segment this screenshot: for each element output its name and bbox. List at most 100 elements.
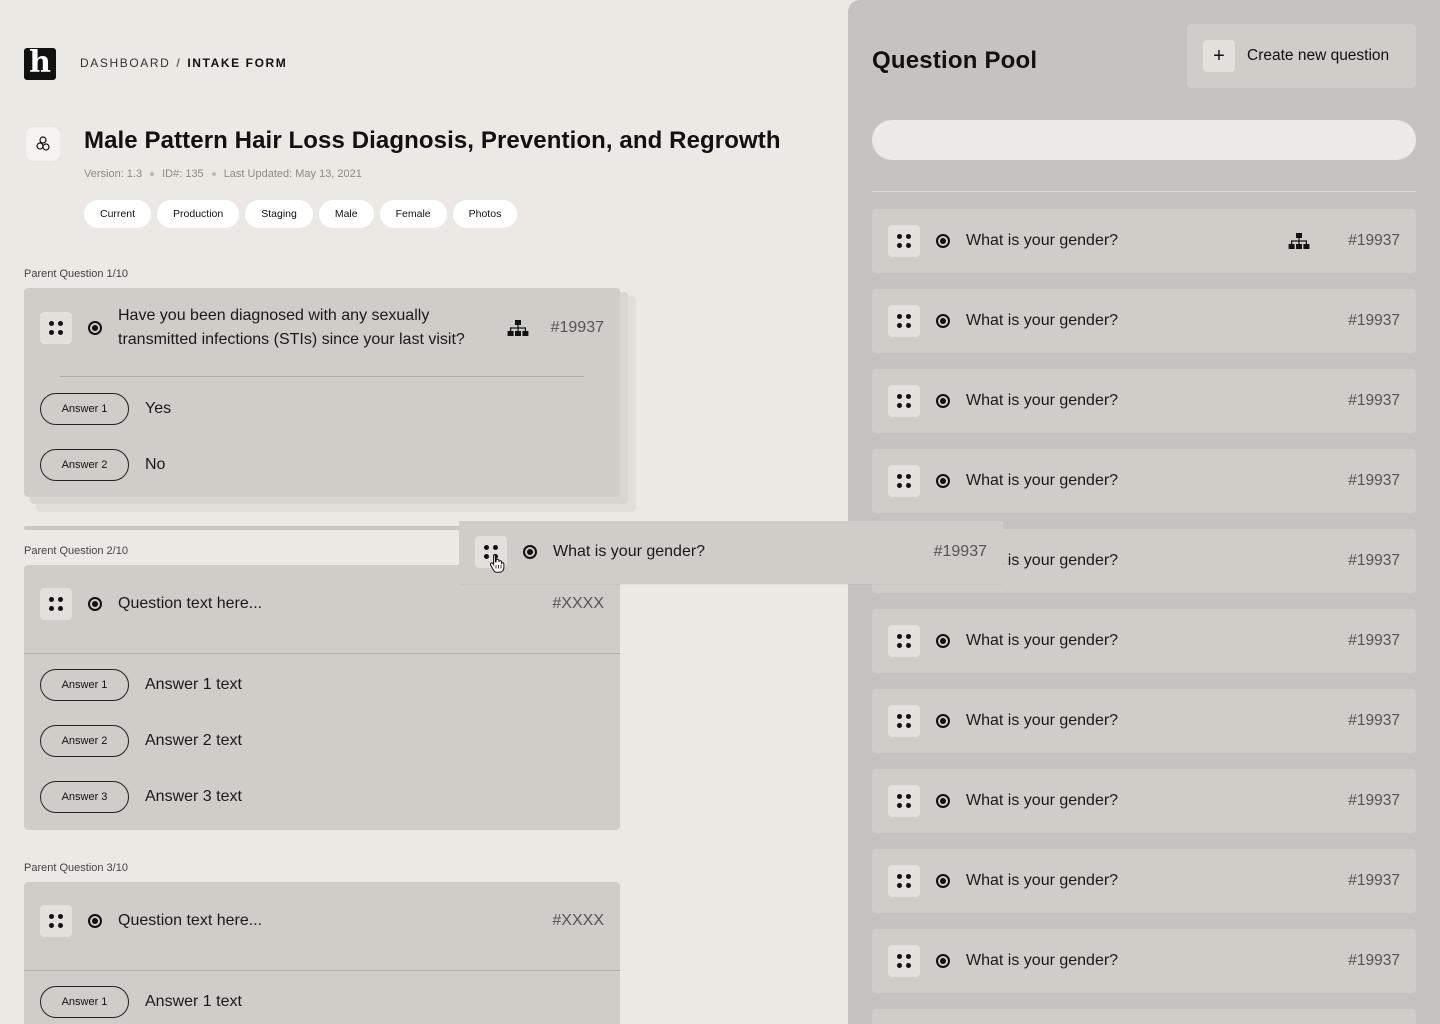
drag-handle-icon[interactable]: [888, 305, 920, 337]
question-text[interactable]: Question text here...: [118, 592, 262, 616]
answer-text[interactable]: No: [145, 456, 165, 474]
question-text: What is your gender?: [966, 312, 1119, 329]
question-text: What is your gender?: [966, 952, 1119, 969]
answer-text[interactable]: Yes: [145, 400, 171, 418]
pool-question-item[interactable]: What is your gender? #19937: [872, 849, 1416, 913]
answer-number-pill[interactable]: Answer 3: [40, 781, 129, 813]
radio-type-icon: [936, 394, 950, 408]
answer-text[interactable]: Answer 1 text: [145, 676, 242, 694]
tag-staging[interactable]: Staging: [245, 200, 313, 228]
question-id: #19937: [933, 543, 987, 560]
question-id: #19937: [1348, 552, 1400, 569]
radio-type-icon: [936, 314, 950, 328]
form-meta: Version: 1.3 ID#: 135 Last Updated: May …: [84, 168, 362, 180]
question-text: What is your gender?: [553, 543, 706, 560]
breadcrumb-current: INTAKE FORM: [187, 56, 288, 70]
drag-handle-icon[interactable]: [888, 865, 920, 897]
question-id: #XXXX: [552, 912, 604, 929]
answer-number-pill[interactable]: Answer 1: [40, 393, 129, 425]
form-id-text: ID#: 135: [162, 168, 204, 180]
question-text[interactable]: Have you been diagnosed with any sexuall…: [118, 304, 488, 352]
pool-question-item[interactable]: What is your gender? #19937: [872, 929, 1416, 993]
form-type-icon: [26, 127, 60, 161]
question-id: #XXXX: [552, 595, 604, 612]
pool-question-item[interactable]: What is your gender? #19937: [872, 449, 1416, 513]
tag-female[interactable]: Female: [379, 200, 447, 228]
answer-text[interactable]: Answer 3 text: [145, 788, 242, 806]
drop-indicator: [24, 526, 464, 530]
search-input[interactable]: [872, 120, 1416, 160]
pool-question-item[interactable]: [872, 1009, 1416, 1024]
radio-type-icon: [936, 714, 950, 728]
question-id: #19937: [1348, 712, 1400, 729]
pool-question-item[interactable]: What is your gender? #19937: [872, 769, 1416, 833]
create-question-button[interactable]: + Create new question: [1187, 24, 1416, 88]
question-id: #19937: [1348, 872, 1400, 889]
answer-number-pill[interactable]: Answer 2: [40, 449, 129, 481]
drag-handle-icon[interactable]: [40, 588, 72, 620]
question-pool-panel: Question Pool + Create new question What…: [848, 0, 1440, 1024]
panel-title: Question Pool: [872, 47, 1038, 74]
answer-number-pill[interactable]: Answer 2: [40, 725, 129, 757]
answer-row: Answer 1 Answer 1 text: [40, 669, 242, 701]
breadcrumb-dashboard[interactable]: DASHBOARD: [80, 56, 170, 70]
radio-type-icon: [523, 545, 537, 559]
tag-production[interactable]: Production: [157, 200, 240, 228]
pool-question-item[interactable]: What is your gender? #19937: [872, 289, 1416, 353]
version-text: Version: 1.3: [84, 168, 143, 180]
hierarchy-icon[interactable]: [507, 320, 529, 336]
tag-current[interactable]: Current: [84, 200, 152, 228]
drag-handle-icon[interactable]: [40, 312, 72, 344]
parent-question-label: Parent Question 2/10: [24, 545, 128, 557]
create-question-label: Create new question: [1247, 47, 1390, 64]
radio-type-icon: [936, 874, 950, 888]
divider: [24, 970, 620, 971]
question-text[interactable]: Question text here...: [118, 909, 262, 933]
question-id: #19937: [550, 319, 604, 336]
drag-handle-icon[interactable]: [888, 785, 920, 817]
question-id: #19937: [1348, 472, 1400, 489]
answer-number-pill[interactable]: Answer 1: [40, 986, 129, 1018]
brand-logo[interactable]: h: [24, 47, 56, 80]
question-text: What is your gender?: [966, 712, 1119, 729]
drag-handle-icon[interactable]: [40, 905, 72, 937]
breadcrumb: DASHBOARD / INTAKE FORM: [80, 56, 287, 70]
question-text: What is your gender?: [966, 792, 1119, 809]
radio-type-icon: [936, 634, 950, 648]
divider: [60, 376, 584, 377]
divider: [872, 191, 1416, 192]
radio-type-icon: [936, 954, 950, 968]
hierarchy-icon[interactable]: [1288, 233, 1310, 249]
last-updated-text: Last Updated: May 13, 2021: [223, 168, 362, 180]
drag-handle-icon[interactable]: [888, 705, 920, 737]
question-id: #19937: [1348, 952, 1400, 969]
answer-text[interactable]: Answer 1 text: [145, 993, 242, 1011]
pool-question-item[interactable]: What is your gender? #19937: [872, 689, 1416, 753]
question-id: #19937: [1348, 312, 1400, 329]
answer-row: Answer 1 Answer 1 text: [40, 986, 242, 1018]
pool-question-item[interactable]: What is your gender? #19937: [872, 209, 1416, 273]
question-text: What is your gender?: [966, 872, 1119, 889]
tag-photos[interactable]: Photos: [452, 200, 518, 228]
dragged-question-item[interactable]: What is your gender? #19937: [459, 521, 1003, 584]
parent-question-label: Parent Question 3/10: [24, 862, 128, 874]
question-id: #19937: [1348, 632, 1400, 649]
hand-cursor-icon: [489, 554, 505, 573]
question-text: What is your gender?: [966, 392, 1119, 409]
radio-type-icon: [936, 474, 950, 488]
tag-male[interactable]: Male: [318, 200, 374, 228]
pool-question-item[interactable]: What is your gender? #19937: [872, 609, 1416, 673]
drag-handle-icon[interactable]: [888, 225, 920, 257]
drag-handle-icon[interactable]: [888, 945, 920, 977]
drag-handle-icon[interactable]: [888, 385, 920, 417]
drag-handle-icon[interactable]: [888, 465, 920, 497]
radio-type-icon: [88, 597, 102, 611]
pool-question-item[interactable]: What is your gender? #19937: [872, 369, 1416, 433]
drag-handle-icon[interactable]: [888, 625, 920, 657]
question-id: #19937: [1348, 392, 1400, 409]
answer-text[interactable]: Answer 2 text: [145, 732, 242, 750]
question-text: What is your gender?: [966, 232, 1119, 249]
tag-list: Current Production Staging Male Female P…: [84, 200, 518, 228]
answer-number-pill[interactable]: Answer 1: [40, 669, 129, 701]
question-id: #19937: [1348, 792, 1400, 809]
